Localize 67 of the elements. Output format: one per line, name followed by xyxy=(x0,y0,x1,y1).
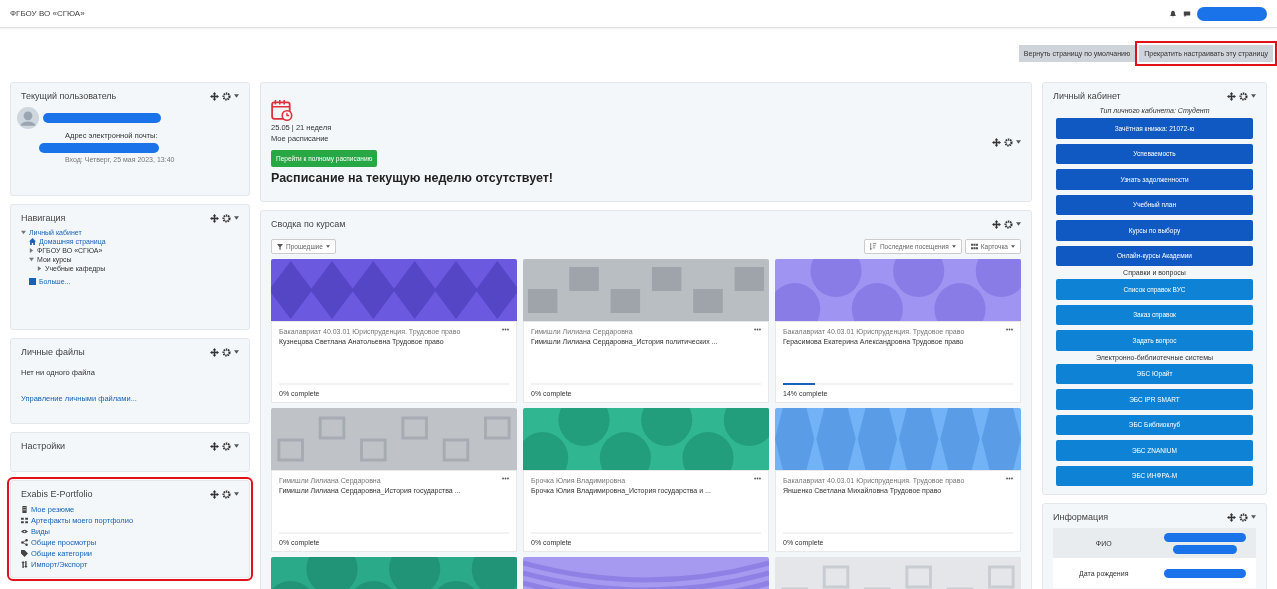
square-icon xyxy=(29,278,36,285)
gear-icon[interactable] xyxy=(222,213,231,223)
collapsed-icon[interactable] xyxy=(37,266,42,271)
gear-icon[interactable] xyxy=(222,91,231,101)
expanded-icon[interactable] xyxy=(29,257,34,262)
move-icon[interactable] xyxy=(992,137,1001,147)
gear-icon[interactable] xyxy=(1004,219,1013,229)
move-icon[interactable] xyxy=(210,213,219,223)
redaction-mark xyxy=(1173,544,1238,554)
more-icon[interactable] xyxy=(754,477,761,480)
chat-icon[interactable] xyxy=(1183,9,1191,18)
block-title: Навигация xyxy=(21,213,66,223)
block-title: Настройки xyxy=(21,441,66,451)
gear-icon[interactable] xyxy=(222,347,231,357)
more-icon[interactable] xyxy=(1006,477,1013,480)
caret-icon xyxy=(325,245,330,248)
move-icon[interactable] xyxy=(992,219,1001,229)
home-icon xyxy=(29,238,36,245)
redaction-mark[interactable] xyxy=(1197,6,1267,21)
caret-icon[interactable] xyxy=(234,216,239,220)
move-icon[interactable] xyxy=(1227,512,1236,522)
grid-icon xyxy=(970,243,978,250)
gear-icon[interactable] xyxy=(1239,512,1248,522)
gear-icon[interactable] xyxy=(222,441,231,451)
sort-icon xyxy=(869,243,877,250)
block-title: Информация xyxy=(1053,512,1109,522)
move-icon[interactable] xyxy=(210,489,219,499)
caret-icon[interactable] xyxy=(234,94,239,98)
no-schedule-message: Расписание на текущую неделю отсутствует! xyxy=(271,171,553,185)
more-icon[interactable] xyxy=(1006,328,1013,331)
caret-icon xyxy=(951,245,956,248)
block-title: Текущий пользователь xyxy=(21,91,117,101)
move-icon[interactable] xyxy=(210,441,219,451)
document-icon xyxy=(21,506,28,513)
expanded-icon[interactable] xyxy=(21,230,26,235)
caret-icon[interactable] xyxy=(1251,94,1256,98)
move-icon[interactable] xyxy=(210,347,219,357)
caret-icon[interactable] xyxy=(1251,515,1256,519)
calendar-icon xyxy=(271,99,293,121)
move-icon[interactable] xyxy=(210,91,219,101)
block-title: Личный кабинет xyxy=(1053,91,1121,101)
eye-icon xyxy=(21,529,28,534)
caret-icon[interactable] xyxy=(234,444,239,448)
avatar-icon xyxy=(17,107,39,129)
transfer-icon xyxy=(21,561,28,568)
block-title: Сводка по курсам xyxy=(271,219,346,229)
gear-icon[interactable] xyxy=(1004,137,1013,147)
filter-icon xyxy=(277,243,283,250)
tag-icon xyxy=(21,550,28,557)
share-icon xyxy=(21,539,28,546)
caret-icon[interactable] xyxy=(234,492,239,496)
move-icon[interactable] xyxy=(1227,91,1236,101)
gear-icon[interactable] xyxy=(222,489,231,499)
caret-icon[interactable] xyxy=(234,350,239,354)
bell-icon[interactable] xyxy=(1169,9,1177,18)
more-icon[interactable] xyxy=(502,477,509,480)
more-icon[interactable] xyxy=(754,328,761,331)
gear-icon[interactable] xyxy=(1239,91,1248,101)
caret-icon[interactable] xyxy=(1016,140,1021,144)
block-title: Личные файлы xyxy=(21,347,85,357)
site-name[interactable]: ФГБОУ ВО «СГЮА» xyxy=(10,9,85,18)
caret-icon xyxy=(1011,245,1015,248)
caret-icon[interactable] xyxy=(1016,222,1021,226)
collapsed-icon[interactable] xyxy=(29,248,34,253)
more-icon[interactable] xyxy=(502,328,509,331)
block-title: Exabis E-Portfolio xyxy=(21,489,93,499)
grid-icon xyxy=(21,517,28,524)
